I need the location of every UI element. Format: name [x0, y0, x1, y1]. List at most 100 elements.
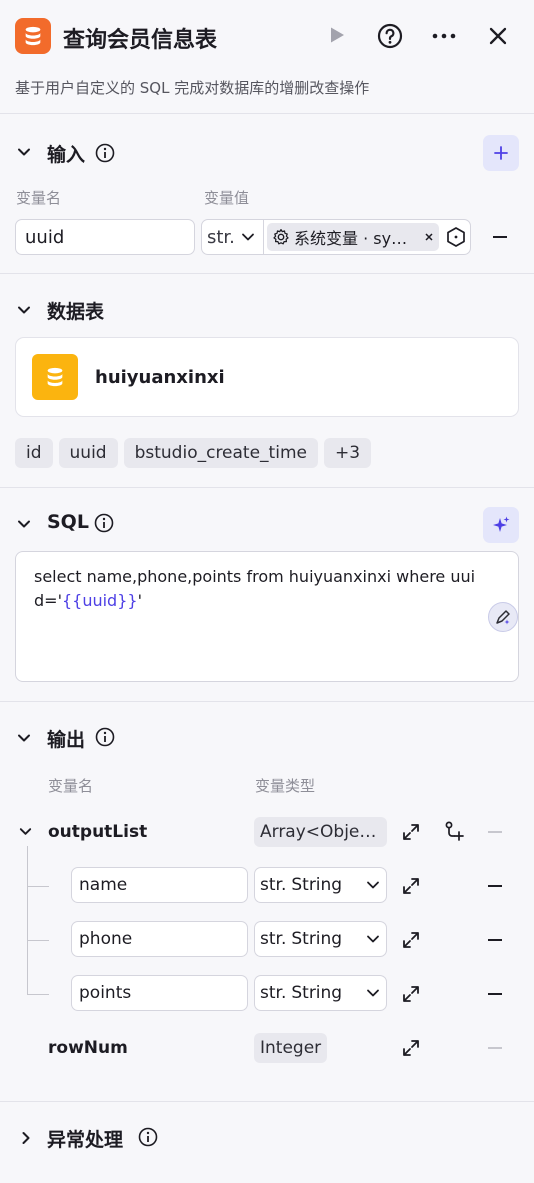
run-button[interactable] — [324, 22, 350, 48]
remove-child-button[interactable] — [488, 939, 502, 941]
database-collapse-toggle[interactable] — [16, 302, 32, 322]
sparkle-icon — [493, 516, 510, 532]
type-value: String — [291, 929, 343, 949]
child-name-field[interactable]: phone — [71, 921, 248, 957]
info-icon[interactable] — [95, 727, 115, 751]
expand-icon — [403, 932, 419, 948]
input-value-field[interactable]: str. 系统变量 · sy… — [201, 219, 471, 255]
sql-line: select name,phone,points from huiyuanxin… — [34, 567, 476, 586]
remove-child-button[interactable] — [488, 885, 502, 887]
divider — [0, 487, 534, 488]
child-type-select[interactable]: str. String — [254, 975, 387, 1011]
question-icon — [377, 23, 403, 49]
output-list-type: Array<Obje… — [254, 817, 387, 847]
node-description[interactable]: 基于用户自定义的 SQL 完成对数据库的增删改查操作 — [15, 77, 369, 98]
variable-reference-label: 系统变量 · sy… — [294, 229, 408, 248]
more-fields-tag[interactable]: +3 — [323, 438, 372, 468]
exception-collapse-toggle[interactable] — [18, 1130, 34, 1150]
expand-button[interactable] — [401, 1038, 421, 1062]
sql-edit-button[interactable] — [488, 602, 518, 632]
expand-button[interactable] — [401, 876, 421, 900]
expand-icon — [403, 878, 419, 894]
plus-icon — [494, 146, 508, 160]
chevron-down-icon — [367, 881, 379, 889]
exception-section-title[interactable]: 异常处理 — [47, 1125, 123, 1152]
more-button[interactable] — [430, 22, 458, 50]
help-button[interactable] — [376, 22, 404, 50]
child-name-value: phone — [79, 929, 133, 949]
tree-line — [27, 886, 49, 887]
info-icon[interactable] — [138, 1127, 158, 1151]
field-tags: id uuid bstudio_create_time +3 — [15, 438, 372, 468]
child-name-value: name — [79, 875, 128, 895]
expand-button[interactable] — [401, 984, 421, 1008]
pen-sparkle-icon — [496, 610, 510, 625]
sql-editor[interactable]: select name,phone,points from huiyuanxin… — [15, 551, 519, 682]
sql-collapse-toggle[interactable] — [16, 516, 32, 536]
input-name-value: uuid — [25, 226, 65, 248]
chevron-down-icon — [18, 734, 30, 742]
output-collapse-toggle[interactable] — [16, 730, 32, 750]
output-section-title: 输出 — [47, 729, 86, 751]
output-col-type: 变量类型 — [255, 777, 316, 795]
chevron-down-icon — [18, 306, 30, 314]
database-section-title: 数据表 — [47, 301, 105, 323]
child-type-select[interactable]: str. String — [254, 921, 387, 957]
info-icon[interactable] — [95, 143, 115, 167]
input-col-value: 变量值 — [204, 189, 250, 207]
divider — [0, 701, 534, 702]
child-name-field[interactable]: name — [71, 867, 248, 903]
type-label: str. — [207, 226, 235, 248]
table-icon — [32, 354, 78, 400]
type-value: String — [291, 875, 343, 895]
child-type-select[interactable]: str. String — [254, 867, 387, 903]
input-collapse-toggle[interactable] — [16, 144, 32, 164]
type-prefix: str. — [260, 983, 287, 1003]
table-card[interactable]: huiyuanxinxi — [15, 337, 519, 417]
ai-generate-sql-button[interactable] — [483, 507, 519, 543]
remove-output-button-disabled — [488, 831, 502, 833]
close-icon[interactable] — [424, 232, 434, 242]
sql-section-title: SQL — [47, 511, 89, 533]
child-name-value: points — [79, 983, 132, 1003]
variable-reference-tag[interactable]: 系统变量 · sy… — [267, 223, 439, 251]
chevron-down-icon — [242, 233, 254, 241]
remove-child-button[interactable] — [488, 993, 502, 995]
rownum-type: Integer — [254, 1033, 328, 1063]
output-list-name: outputList — [48, 822, 148, 842]
child-name-field[interactable]: points — [71, 975, 248, 1011]
gear-icon — [273, 228, 289, 245]
info-icon[interactable] — [94, 513, 114, 537]
output-list-toggle[interactable] — [18, 824, 33, 843]
tree-line — [27, 940, 49, 941]
close-icon — [489, 27, 507, 45]
expand-icon — [403, 986, 419, 1002]
remove-input-button[interactable] — [493, 236, 507, 238]
sql-text: d=' — [34, 591, 62, 610]
expand-icon — [403, 824, 419, 840]
tree-line — [27, 994, 49, 995]
chevron-down-icon — [18, 520, 30, 528]
input-col-name: 变量名 — [16, 189, 62, 207]
variable-picker-icon[interactable] — [445, 226, 467, 248]
chevron-down-icon — [367, 935, 379, 943]
divider — [0, 113, 534, 114]
type-prefix: str. — [260, 875, 287, 895]
close-button[interactable] — [484, 22, 512, 50]
type-value: String — [291, 983, 343, 1003]
database-icon — [25, 26, 41, 46]
node-title[interactable]: 查询会员信息表 — [63, 22, 217, 54]
add-subfield-icon — [445, 821, 464, 841]
type-select[interactable]: str. — [202, 220, 264, 254]
sql-line: d='{{uuid}}' — [34, 589, 500, 613]
play-icon — [331, 27, 344, 43]
expand-button[interactable] — [401, 930, 421, 954]
output-col-name: 变量名 — [48, 777, 94, 795]
input-name-field[interactable]: uuid — [15, 219, 195, 255]
add-input-button[interactable] — [483, 135, 519, 171]
expand-button[interactable] — [401, 822, 421, 846]
expand-icon — [403, 1040, 419, 1056]
field-tag: uuid — [58, 438, 118, 468]
add-child-button[interactable] — [443, 820, 465, 846]
rownum-name: rowNum — [48, 1038, 128, 1058]
